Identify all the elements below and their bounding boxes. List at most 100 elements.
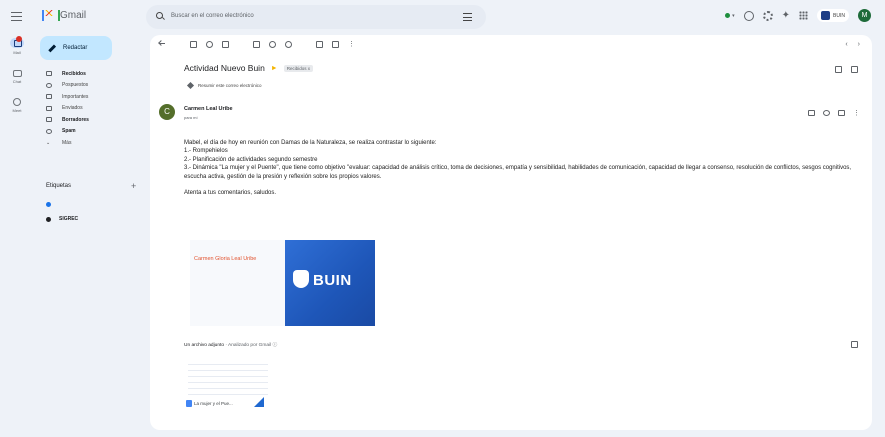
label-item-sigrec[interactable]: SIGREC: [46, 216, 78, 222]
nav-drafts[interactable]: Borradores: [34, 114, 146, 126]
rail-mail[interactable]: Mail: [4, 36, 30, 55]
mark-unread-icon[interactable]: [253, 40, 260, 48]
rail-meet[interactable]: Meet: [4, 98, 30, 113]
attachments-heading: Un archivo adjunto · Analizado por Gmail…: [184, 341, 277, 348]
meet-icon: [13, 98, 21, 106]
draft-icon: [46, 117, 52, 123]
folder-nav: Recibidos Pospuestos Importantes Enviado…: [34, 68, 146, 149]
help-icon[interactable]: [743, 10, 754, 21]
message-body: Mabel, el día de hoy en reunión con Dama…: [184, 139, 864, 197]
main-menu-icon[interactable]: [11, 12, 22, 21]
add-task-icon[interactable]: [285, 40, 292, 48]
search-icon[interactable]: [156, 12, 163, 19]
snooze-icon[interactable]: [269, 40, 276, 48]
settings-icon[interactable]: [762, 10, 773, 21]
nav-label: Recibidos: [62, 70, 86, 77]
search-bar[interactable]: Buscar en el correo electrónico: [146, 5, 486, 29]
move-to-icon[interactable]: [316, 40, 323, 48]
gmail-logo[interactable]: Gmail: [42, 10, 86, 21]
attachment-name: La mujer y el Pue...: [194, 401, 233, 406]
rail-chat[interactable]: Chat: [4, 70, 30, 84]
apps-grid-icon[interactable]: [799, 11, 809, 20]
more-vert-icon[interactable]: ⋮: [348, 41, 355, 48]
attachments-scan-note: · Analizado por Gmail ⓘ: [225, 343, 278, 348]
summarize-button[interactable]: Resumir este correo electrónico: [186, 81, 262, 90]
important-marker-icon[interactable]: ►: [271, 65, 278, 72]
back-arrow-icon[interactable]: [158, 40, 166, 48]
chevron-left-icon[interactable]: ‹: [845, 41, 847, 48]
app-name: Gmail: [60, 10, 87, 21]
emoji-icon[interactable]: [823, 110, 830, 116]
file-corner-icon: [254, 397, 264, 407]
rail-meet-label: Meet: [12, 108, 22, 113]
status-dot-icon: [725, 13, 731, 18]
inbox-icon: [46, 71, 52, 77]
delete-icon[interactable]: [222, 40, 229, 48]
clock-icon: [46, 82, 52, 88]
mail-icon: [10, 36, 24, 48]
search-options-icon[interactable]: [463, 13, 472, 21]
gmail-m-icon: [42, 10, 60, 21]
open-new-window-icon[interactable]: [851, 66, 858, 73]
print-icon[interactable]: [835, 66, 842, 73]
chevron-right-icon[interactable]: ›: [858, 41, 860, 48]
inbox-label-chip[interactable]: Recibidos x: [283, 64, 313, 72]
rail-mail-label: Mail: [13, 50, 21, 55]
nav-label: Spam: [62, 128, 76, 135]
reply-icon[interactable]: [838, 110, 845, 116]
label-item[interactable]: [46, 202, 59, 207]
buin-banner: BUIN: [285, 240, 375, 326]
label-dot-icon: [46, 216, 51, 222]
nav-sent[interactable]: Enviados: [34, 103, 146, 115]
body-line: 1.- Rompehielos: [184, 148, 228, 155]
message-actions: ⋮: [800, 109, 860, 117]
gemini-icon[interactable]: ✦: [782, 10, 790, 21]
rail-chat-label: Chat: [12, 79, 22, 84]
star-icon[interactable]: [808, 110, 815, 116]
label-icon[interactable]: [332, 40, 339, 48]
nav-inbox[interactable]: Recibidos: [34, 68, 146, 80]
add-label-icon[interactable]: +: [131, 181, 136, 191]
sparkle-icon: [186, 81, 195, 90]
org-label: BUIN: [833, 12, 845, 19]
body-line: Mabel, el día de hoy en reunión con Dama…: [184, 140, 437, 146]
nav-label: Borradores: [62, 116, 89, 123]
attachments-title: Un archivo adjunto: [184, 343, 224, 348]
org-logo-icon: [821, 11, 831, 20]
buin-logo: BUIN: [313, 272, 352, 289]
download-all-icon[interactable]: [851, 341, 858, 348]
status-caret-icon: ▾: [732, 12, 735, 19]
important-icon: [46, 94, 52, 100]
sender-name[interactable]: Carmen Leal Uribe: [184, 106, 233, 112]
archive-icon[interactable]: [190, 40, 197, 48]
nav-important[interactable]: Importantes: [34, 91, 146, 103]
label-name: SIGREC: [59, 216, 79, 222]
unread-badge: [16, 36, 22, 42]
report-spam-icon[interactable]: [206, 40, 213, 48]
more-vert-icon[interactable]: ⋮: [853, 109, 860, 117]
summary-label: Resumir este correo electrónico: [198, 83, 262, 88]
message-subject: Actividad Nuevo Buin ► Recibidos x: [184, 63, 313, 73]
chevron-down-icon: ⌄: [46, 140, 51, 147]
chat-icon: [12, 70, 22, 77]
send-icon: [46, 105, 52, 111]
body-line: Atenta a tus comentarios, saludos.: [184, 190, 277, 197]
account-avatar[interactable]: M: [858, 9, 871, 22]
body-line: 3.- Dinámica "La mujer y el Puente", que…: [184, 165, 852, 180]
attachment-card[interactable]: La mujer y el Pue...: [184, 355, 272, 413]
nav-snoozed[interactable]: Pospuestos: [34, 80, 146, 92]
email-signature: Carmen Gloria Leal Uribe BUIN: [190, 240, 375, 326]
buin-crest-icon: [293, 270, 309, 288]
sender-avatar[interactable]: C: [159, 104, 175, 120]
signature-card: Carmen Gloria Leal Uribe: [190, 240, 290, 326]
body-line: 2.- Planificación de actividades segundo…: [184, 156, 318, 163]
labels-heading: Etiquetas: [46, 183, 72, 189]
recipient-line[interactable]: para mí: [184, 115, 198, 120]
nav-more[interactable]: ⌄ Más: [34, 137, 146, 149]
search-input[interactable]: Buscar en el correo electrónico: [171, 13, 254, 19]
status-indicator[interactable]: ▾: [725, 13, 735, 19]
compose-button[interactable]: Redactar: [40, 36, 112, 60]
nav-spam[interactable]: Spam: [34, 126, 146, 138]
nav-label: Enviados: [62, 105, 83, 112]
